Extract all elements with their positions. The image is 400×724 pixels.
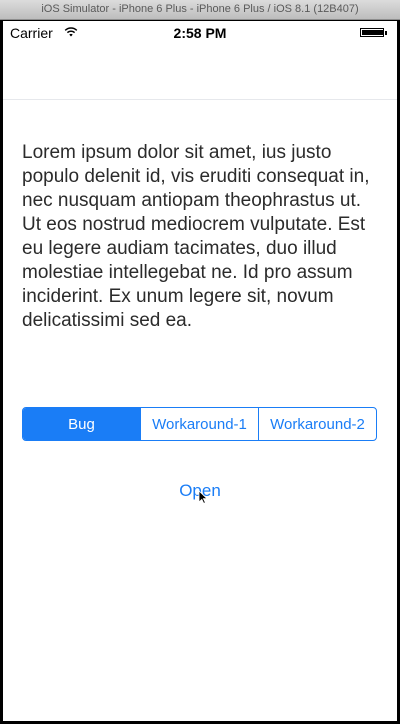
simulator-window-title: iOS Simulator - iPhone 6 Plus - iPhone 6… xyxy=(41,3,359,15)
lorem-ipsum-text: Lorem ipsum dolor sit amet, ius justo po… xyxy=(22,142,370,331)
battery-level xyxy=(362,30,383,35)
segment-bug[interactable]: Bug xyxy=(23,408,140,440)
status-time: 2:58 PM xyxy=(173,25,227,41)
segment-workaround-1[interactable]: Workaround-1 xyxy=(140,408,258,440)
device-screen: Carrier 2:58 PM Lorem ipsum dolor sit am… xyxy=(3,21,397,721)
simulator-title-bar: iOS Simulator - iPhone 6 Plus - iPhone 6… xyxy=(0,0,400,20)
segment-workaround-2[interactable]: Workaround-2 xyxy=(258,408,376,440)
mouse-cursor-icon xyxy=(198,490,208,504)
battery-icon xyxy=(360,28,387,37)
status-bar: Carrier 2:58 PM xyxy=(3,21,397,43)
mode-segmented-control[interactable]: Bug Workaround-1 Workaround-2 xyxy=(22,407,377,441)
navigation-bar xyxy=(3,43,397,100)
